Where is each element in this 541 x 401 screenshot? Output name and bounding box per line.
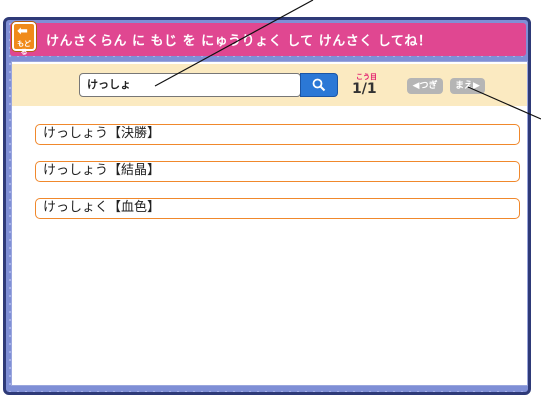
result-item[interactable]: けっしょく【血色】 [35,198,520,219]
result-item[interactable]: けっしょう【決勝】 [35,124,520,145]
callout-line-nav [467,86,541,120]
callout-line-search [154,0,314,87]
result-item[interactable]: けっしょう【結晶】 [35,161,520,182]
